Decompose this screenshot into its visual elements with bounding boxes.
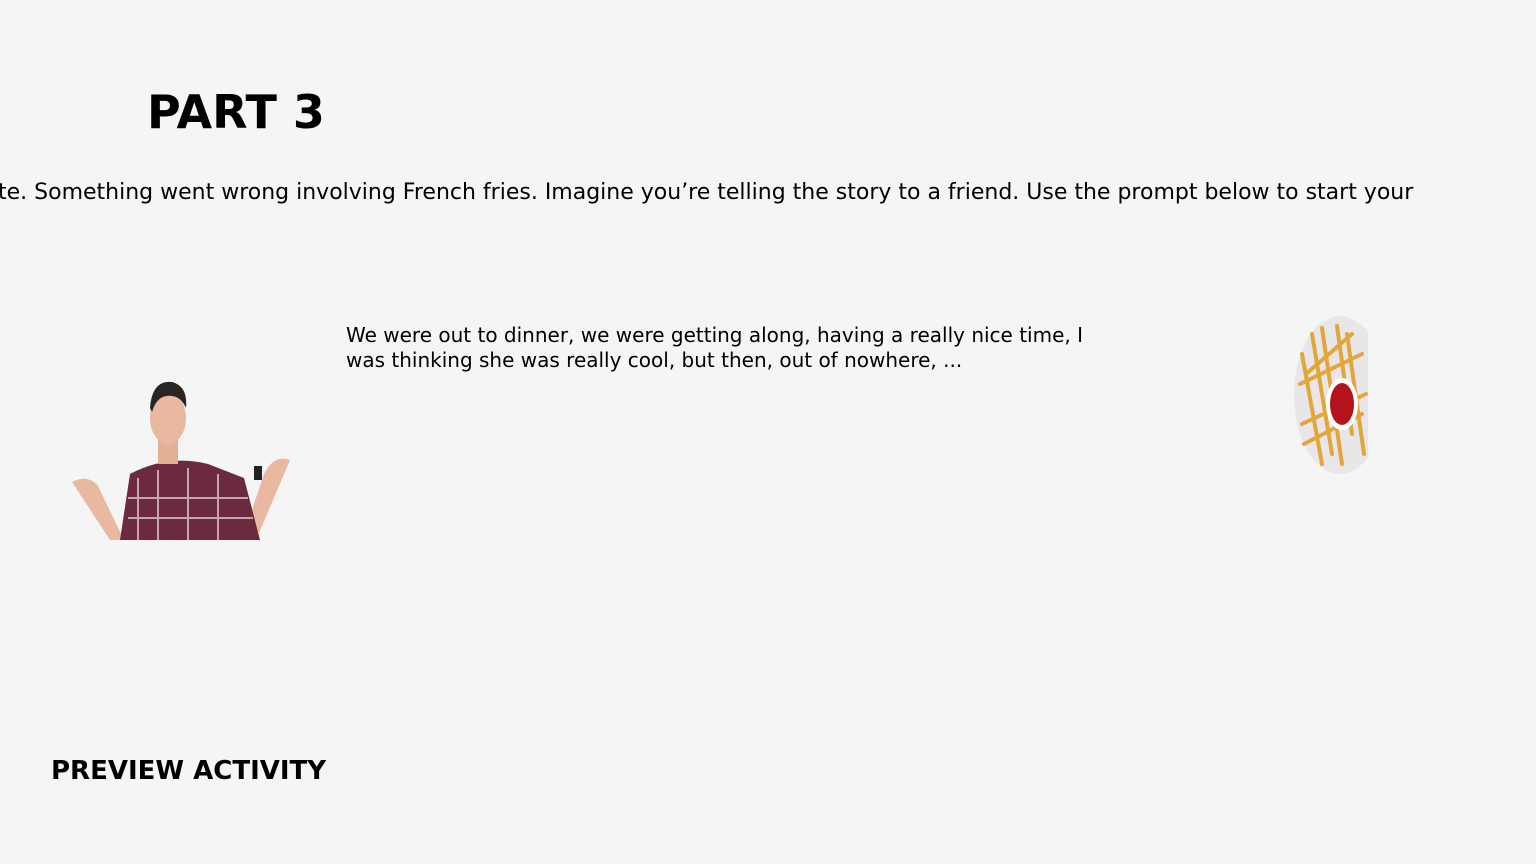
french-fries-image xyxy=(1294,314,1370,476)
page-title: PART 3 xyxy=(147,85,325,139)
preview-activity-label: PREVIEW ACTIVITY xyxy=(51,756,327,786)
story-prompt: We were out to dinner, we were getting a… xyxy=(346,323,1084,372)
instruction-text: te. Something went wrong involving Frenc… xyxy=(0,180,1414,205)
shrugging-man-image xyxy=(72,381,290,540)
